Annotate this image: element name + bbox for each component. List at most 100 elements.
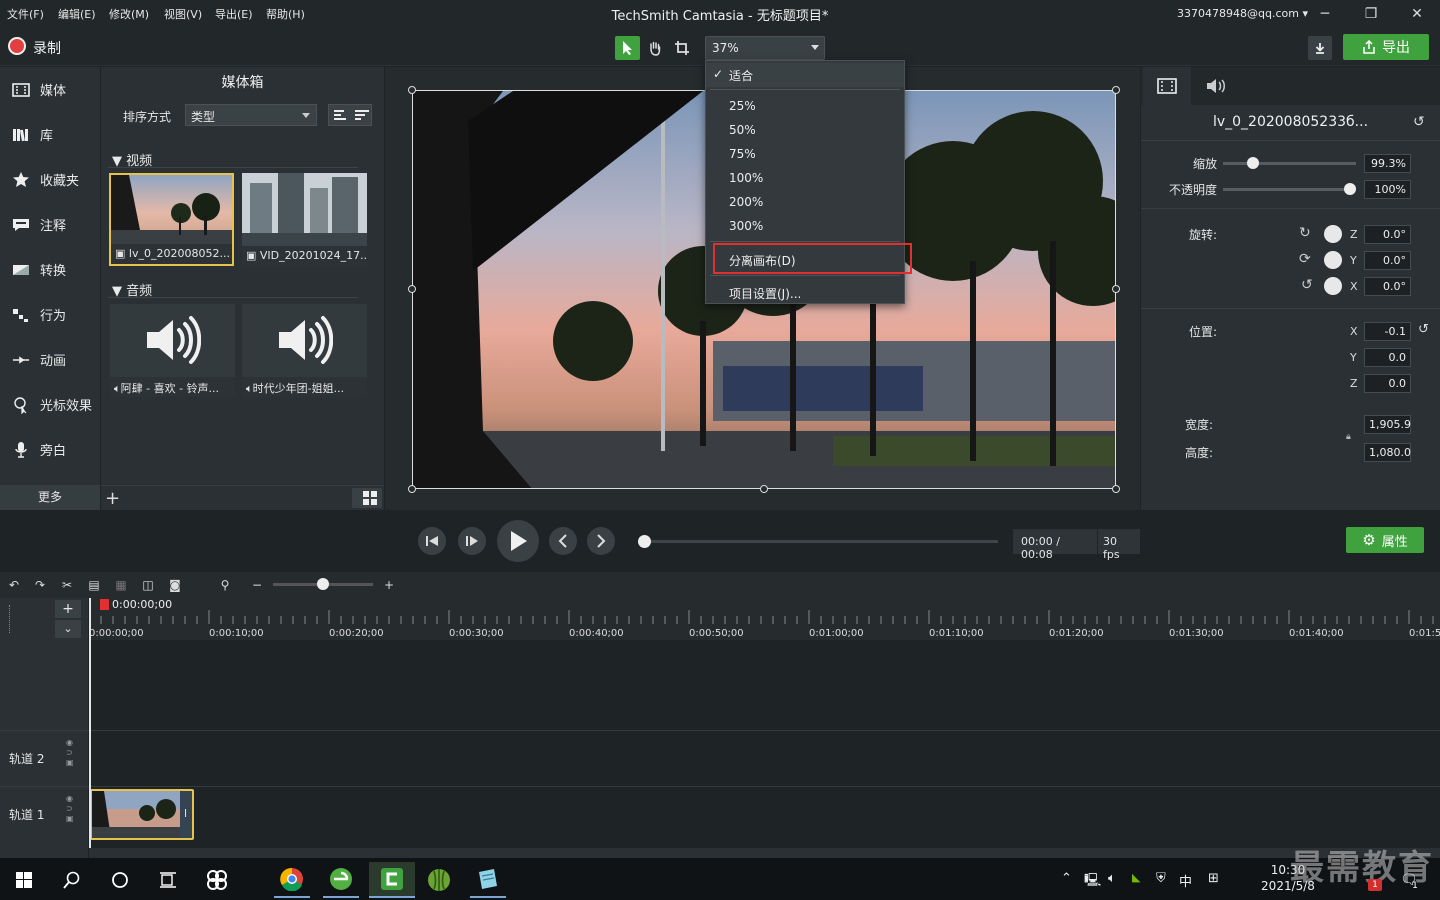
nav-media[interactable]: 媒体 <box>0 67 100 112</box>
copy-icon[interactable]: ▤ <box>86 577 102 593</box>
search-icon[interactable] <box>54 862 90 898</box>
menu-export[interactable]: 导出(E) <box>215 6 253 22</box>
resize-handle[interactable] <box>408 86 416 94</box>
sort-select[interactable]: 类型 <box>185 104 317 126</box>
tray-expand-icon[interactable]: ⌃ <box>1061 871 1072 886</box>
position-x-value[interactable]: -0.1 <box>1364 322 1411 341</box>
zoom-option-300[interactable]: 300% <box>706 215 904 239</box>
visual-properties-tab[interactable] <box>1143 67 1191 105</box>
audio-properties-tab[interactable] <box>1192 67 1240 105</box>
grid-view-button[interactable] <box>352 488 382 508</box>
track-2-label[interactable]: 轨道 2 <box>9 750 44 767</box>
timeline-clip[interactable]: l <box>90 789 194 840</box>
playhead-marker[interactable] <box>100 599 109 610</box>
zoom-option-200[interactable]: 200% <box>706 191 904 215</box>
media-thumb-video-1[interactable]: ▣ lv_0_202008052... <box>109 173 234 266</box>
paste-icon[interactable]: ▦ <box>113 577 129 593</box>
reset-icon[interactable]: ↺ <box>1418 322 1429 337</box>
ime-language[interactable]: 中 <box>1179 871 1192 890</box>
add-icon[interactable]: + <box>105 488 120 509</box>
nav-favorites[interactable]: 收藏夹 <box>0 157 100 202</box>
resize-handle[interactable] <box>408 485 416 493</box>
task-view-icon[interactable] <box>150 862 186 898</box>
width-value[interactable]: 1,905.9 <box>1364 415 1411 434</box>
media-thumb-video-2[interactable]: ▣ VID_20201024_17... <box>242 173 367 266</box>
split-icon[interactable]: ◫ <box>140 577 156 593</box>
ime-mode-icon[interactable]: ⊞ <box>1208 871 1219 886</box>
account-menu[interactable]: 3370478948@qq.com ▾ <box>1177 7 1308 20</box>
security-shield-icon[interactable]: ⛨ <box>1156 871 1166 886</box>
step-forward-button[interactable] <box>458 527 486 555</box>
rotation-y-value[interactable]: 0.0° <box>1364 251 1411 270</box>
menu-file[interactable]: 文件(F) <box>7 6 44 22</box>
cortana-icon[interactable] <box>102 862 138 898</box>
opacity-slider-track[interactable] <box>1223 188 1356 191</box>
height-value[interactable]: 1,080.0 <box>1364 443 1411 462</box>
sort-order-buttons[interactable] <box>328 104 372 126</box>
menu-modify[interactable]: 修改(M) <box>109 6 149 22</box>
menu-view[interactable]: 视图(V) <box>164 6 202 22</box>
track-1-label[interactable]: 轨道 1 <box>9 806 44 823</box>
nav-annotations[interactable]: 注释 <box>0 202 100 247</box>
rotation-x-value[interactable]: 0.0° <box>1364 277 1411 296</box>
close-button[interactable]: ✕ <box>1405 4 1429 24</box>
download-button[interactable] <box>1308 36 1332 60</box>
resize-handle[interactable] <box>1112 485 1120 493</box>
undo-icon[interactable]: ↶ <box>6 577 22 593</box>
windows-start-icon[interactable] <box>6 862 42 898</box>
project-settings-option[interactable]: 项目设置(J)... <box>706 281 904 305</box>
resize-handle[interactable] <box>1112 86 1120 94</box>
rotation-z-value[interactable]: 0.0° <box>1364 225 1411 244</box>
timeline-zoom-knob[interactable] <box>317 578 329 590</box>
scrub-knob[interactable] <box>638 535 651 548</box>
nav-cursor-effects[interactable]: 光标效果 <box>0 382 100 427</box>
opacity-slider-knob[interactable] <box>1344 183 1356 195</box>
scale-slider-track[interactable] <box>1223 162 1356 165</box>
zoom-in-icon[interactable]: + <box>381 577 397 593</box>
select-tool-button[interactable] <box>615 36 640 60</box>
zoom-icon[interactable]: ⚲ <box>217 577 233 593</box>
nav-animations[interactable]: 动画 <box>0 337 100 382</box>
zoom-option-50[interactable]: 50% <box>706 119 904 143</box>
chevron-down-icon[interactable]: ⌄ <box>55 620 81 638</box>
zoom-option-100[interactable]: 100% <box>706 167 904 191</box>
zoom-option-75[interactable]: 75% <box>706 143 904 167</box>
timeline-scrollbar[interactable] <box>89 848 1440 858</box>
volume-icon[interactable]: 🔈︎ <box>1108 871 1116 886</box>
rotate-x-dial[interactable] <box>1324 277 1342 295</box>
scale-value[interactable]: 99.3% <box>1364 154 1411 173</box>
browser-app-icon[interactable] <box>323 862 359 898</box>
export-button[interactable]: 导出 <box>1343 34 1429 60</box>
zoom-option-fit[interactable]: ✓ 适合 <box>706 63 904 87</box>
media-thumb-audio-2[interactable]: 🔈︎时代少年团-姐姐... <box>242 304 367 397</box>
menu-help[interactable]: 帮助(H) <box>266 6 305 22</box>
nav-library[interactable]: 库 <box>0 112 100 157</box>
redo-icon[interactable]: ↷ <box>32 577 48 593</box>
next-marker-button[interactable] <box>587 527 615 555</box>
reset-icon[interactable]: ↺ <box>1413 114 1425 130</box>
nav-behaviors[interactable]: 行为 <box>0 292 100 337</box>
pan-tool-button[interactable] <box>642 36 667 60</box>
zoom-out-icon[interactable]: − <box>249 577 265 593</box>
chrome-icon[interactable] <box>274 862 310 898</box>
resize-handle[interactable] <box>408 285 416 293</box>
add-track-button[interactable]: + <box>55 600 81 618</box>
media-thumb-audio-1[interactable]: 🔈︎阿肆 - 喜欢 - 铃声... <box>110 304 235 397</box>
previous-marker-button[interactable] <box>549 527 577 555</box>
more-button[interactable]: 更多 <box>0 485 100 510</box>
step-back-button[interactable] <box>418 527 446 555</box>
rotate-y-dial[interactable] <box>1324 251 1342 269</box>
notes-app-icon[interactable] <box>470 862 506 898</box>
playhead[interactable] <box>89 598 91 858</box>
opacity-value[interactable]: 100% <box>1364 180 1411 199</box>
resize-handle[interactable] <box>760 485 768 493</box>
lock-aspect-icon[interactable]: 🔒︎ <box>1346 432 1351 442</box>
properties-button[interactable]: ⚙ 属性 <box>1346 527 1424 553</box>
play-button[interactable] <box>497 520 539 562</box>
zoom-select[interactable]: 37% <box>705 36 825 60</box>
nav-transitions[interactable]: 转换 <box>0 247 100 292</box>
track-1-controls-icon[interactable]: ◉ ⊃ ▣ <box>66 794 74 824</box>
position-y-value[interactable]: 0.0 <box>1364 348 1411 367</box>
network-icon[interactable]: 🖳︎ <box>1084 871 1101 893</box>
zoom-option-25[interactable]: 25% <box>706 95 904 119</box>
